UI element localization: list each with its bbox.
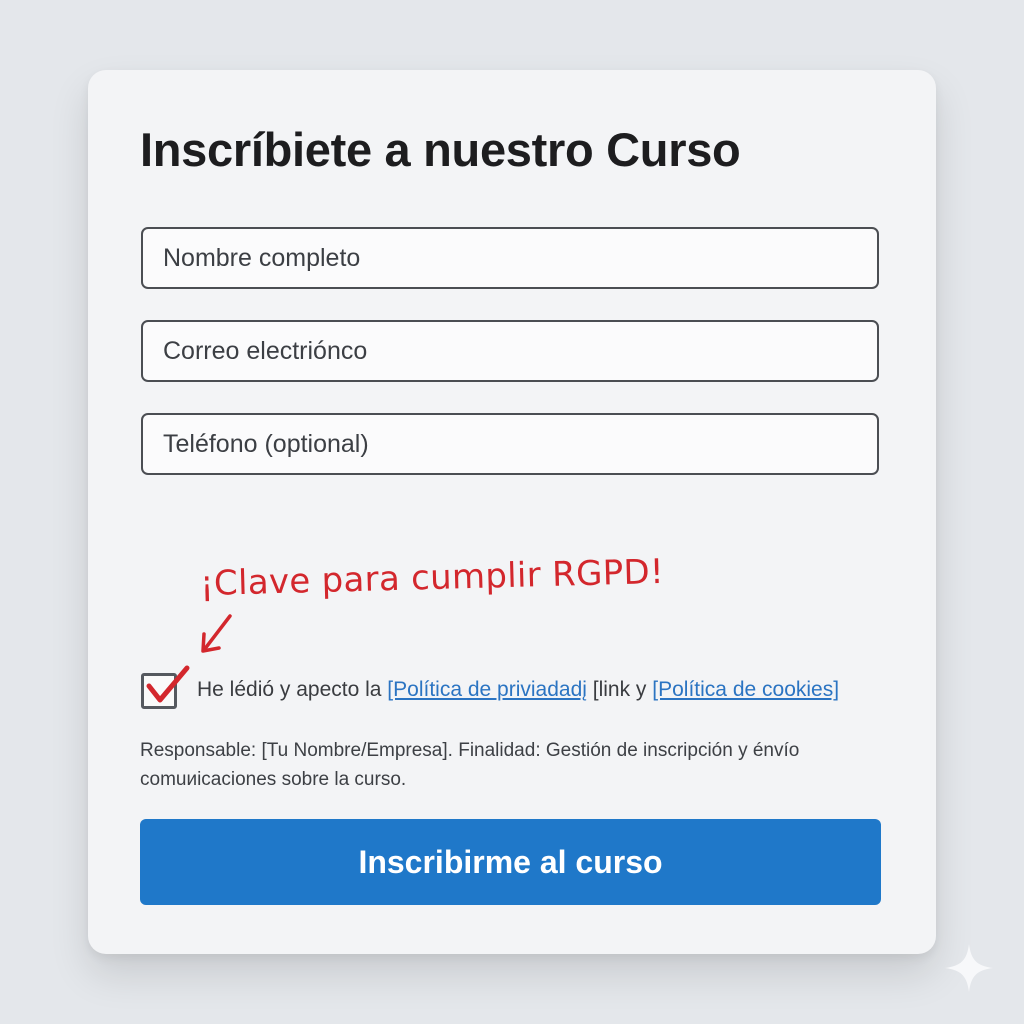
consent-checkbox[interactable] (141, 673, 177, 709)
consent-text: He lédió y apecto la [Política de privia… (197, 678, 839, 702)
consent-text-before: He lédió y apecto la (197, 678, 388, 701)
signup-card: Inscríbiete a nuestro Curso ¡Clave para … (88, 70, 936, 954)
arrow-down-left-icon (201, 614, 232, 653)
phone-input[interactable] (141, 413, 879, 475)
full-name-input[interactable] (141, 227, 879, 289)
sparkle-icon (945, 944, 993, 992)
legal-notice: Responsable: [Tu Nombre/Empresa]. Finali… (140, 740, 800, 790)
form-title: Inscríbiete a nuestro Curso (140, 123, 741, 176)
gdpr-annotation: ¡Clave para cumplir RGPD! (199, 551, 665, 605)
submit-button[interactable]: Inscribirme al curso (140, 819, 881, 905)
consent-text-middle: [link y (586, 678, 653, 701)
cookies-policy-link[interactable]: [Política de cookies] (652, 678, 839, 701)
privacy-policy-link[interactable]: [Política de priviadadį (387, 678, 587, 701)
email-input[interactable] (141, 320, 879, 382)
